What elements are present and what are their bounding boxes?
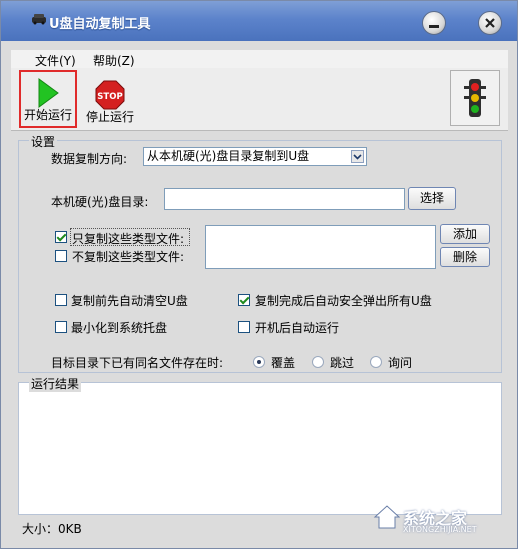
ask-radio[interactable]: [370, 356, 382, 368]
traffic-light-button[interactable]: [450, 70, 500, 126]
add-button[interactable]: 添加: [440, 224, 490, 244]
autorun-checkbox[interactable]: [238, 321, 250, 333]
minimize-tray-checkbox[interactable]: [55, 321, 67, 333]
app-icon: [32, 14, 46, 25]
eject-after-label: 复制完成后自动安全弹出所有U盘: [255, 294, 432, 308]
toolbar: 开始运行 STOP 停止运行: [11, 68, 508, 131]
ask-label: 询问: [388, 356, 413, 370]
overwrite-radio[interactable]: [253, 356, 265, 368]
window-title: U盘自动复制工具: [49, 17, 151, 32]
start-run-label: 开始运行: [23, 108, 72, 122]
clear-before-label: 复制前先自动清空U盘: [71, 294, 188, 308]
stop-run-label: 停止运行: [85, 110, 134, 124]
status-size: 大小：0KB: [22, 522, 82, 536]
close-icon: [485, 18, 495, 28]
watermark-sub: XITONGZHIJIA.NET: [403, 525, 477, 534]
stop-run-button[interactable]: STOP 停止运行: [81, 70, 139, 128]
watermark: 系统之家 XITONGZHIJIA.NET: [373, 491, 513, 543]
dir-input[interactable]: [164, 188, 405, 210]
watermark-house-icon: [373, 505, 401, 529]
close-button[interactable]: [478, 11, 502, 35]
only-copy-label: 只复制这些类型文件:: [72, 232, 185, 246]
not-copy-checkbox[interactable]: [55, 250, 67, 262]
menu-bar: 文件(Y) 帮助(Z): [11, 50, 508, 69]
minimize-button[interactable]: [422, 11, 446, 35]
file-types-list[interactable]: [205, 225, 436, 269]
start-run-button[interactable]: 开始运行: [19, 70, 77, 128]
direction-select[interactable]: 从本机硬(光)盘目录复制到U盘: [143, 147, 367, 166]
minimize-tray-label: 最小化到系统托盘: [71, 321, 168, 335]
play-icon: [38, 78, 59, 108]
not-copy-label: 不复制这些类型文件:: [72, 250, 185, 264]
stop-sign-text: STOP: [97, 92, 122, 102]
choose-button[interactable]: 选择: [408, 187, 456, 210]
settings-group-label: 设置: [29, 133, 58, 150]
results-group-label: 运行结果: [29, 375, 82, 392]
clear-before-checkbox[interactable]: [55, 294, 67, 306]
only-copy-checkbox[interactable]: [55, 231, 67, 243]
autorun-label: 开机后自动运行: [255, 321, 340, 335]
dir-label: 本机硬(光)盘目录:: [51, 195, 149, 209]
app-window: U盘自动复制工具 文件(Y) 帮助(Z) 开始运行 STOP 停止运行 设置 数…: [0, 0, 518, 549]
dropdown-arrow-icon[interactable]: [351, 150, 364, 163]
minimize-icon: [429, 24, 439, 28]
delete-button[interactable]: 删除: [440, 247, 490, 267]
traffic-light-icon: [464, 79, 486, 117]
skip-label: 跳过: [330, 356, 355, 370]
direction-value: 从本机硬(光)盘目录复制到U盘: [147, 149, 310, 163]
conflict-label: 目标目录下已有同名文件存在时:: [51, 356, 224, 370]
menu-help[interactable]: 帮助(Z): [93, 52, 135, 69]
skip-radio[interactable]: [312, 356, 324, 368]
eject-after-checkbox[interactable]: [238, 294, 250, 306]
overwrite-label: 覆盖: [271, 356, 296, 370]
direction-label: 数据复制方向:: [51, 152, 128, 166]
menu-file[interactable]: 文件(Y): [35, 52, 76, 69]
stop-sign-icon: STOP: [95, 80, 125, 110]
title-bar[interactable]: U盘自动复制工具: [1, 1, 517, 41]
